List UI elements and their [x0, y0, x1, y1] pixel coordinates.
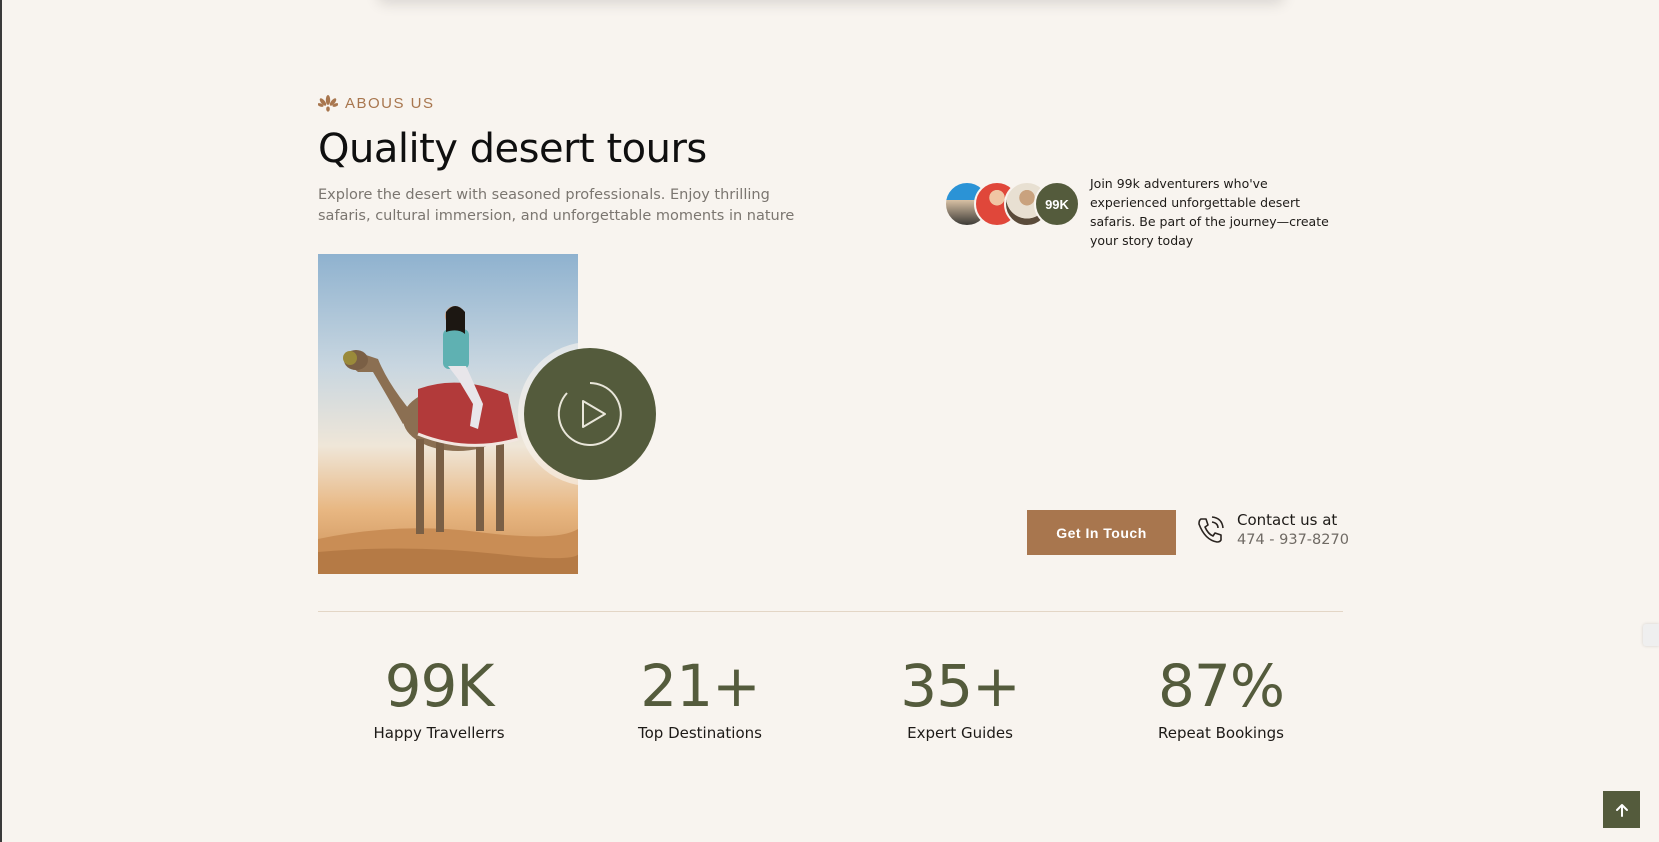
- stat-value: 99K: [384, 652, 495, 720]
- play-video-button[interactable]: [524, 348, 656, 480]
- lotus-icon: [318, 95, 338, 112]
- section-subtext: Explore the desert with seasoned profess…: [318, 187, 795, 224]
- stat-label: Expert Guides: [907, 724, 1013, 742]
- traveller-avatars: 99K: [944, 181, 1080, 227]
- count-badge: 99K: [1034, 181, 1080, 227]
- stat-repeat-bookings: 87% Repeat Bookings: [1101, 650, 1341, 742]
- eyebrow-label: ABOUS US: [345, 94, 435, 112]
- stat-label: Top Destinations: [638, 724, 762, 742]
- stat-top-destinations: 21+ Top Destinations: [580, 650, 820, 742]
- window-edge: [0, 0, 2, 842]
- stat-label: Repeat Bookings: [1158, 724, 1284, 742]
- arrow-up-icon: [1615, 803, 1628, 817]
- stat-value: 87%: [1158, 652, 1285, 720]
- stat-happy-travellers: 99K Happy Travellerrs: [319, 650, 559, 742]
- contact-label: Contact us at: [1237, 511, 1338, 529]
- stat-expert-guides: 35+ Expert Guides: [840, 650, 1080, 742]
- get-in-touch-button[interactable]: Get In Touch: [1027, 510, 1176, 555]
- section-divider: [318, 611, 1343, 612]
- play-icon: [557, 382, 622, 446]
- contact-phone[interactable]: 474 - 937-8270: [1237, 532, 1349, 548]
- stat-value: 35+: [900, 652, 1020, 720]
- section-heading: Quality desert tours: [318, 126, 707, 172]
- scroll-to-top-button[interactable]: [1603, 791, 1640, 828]
- section-eyebrow: ABOUS US: [318, 93, 435, 113]
- phone-icon: [1198, 516, 1224, 543]
- stat-label: Happy Travellerrs: [373, 724, 505, 742]
- side-widget-tab[interactable]: [1643, 624, 1659, 646]
- community-text: Join 99k adventurers who've experienced …: [1090, 176, 1329, 248]
- stat-value: 21+: [640, 652, 760, 720]
